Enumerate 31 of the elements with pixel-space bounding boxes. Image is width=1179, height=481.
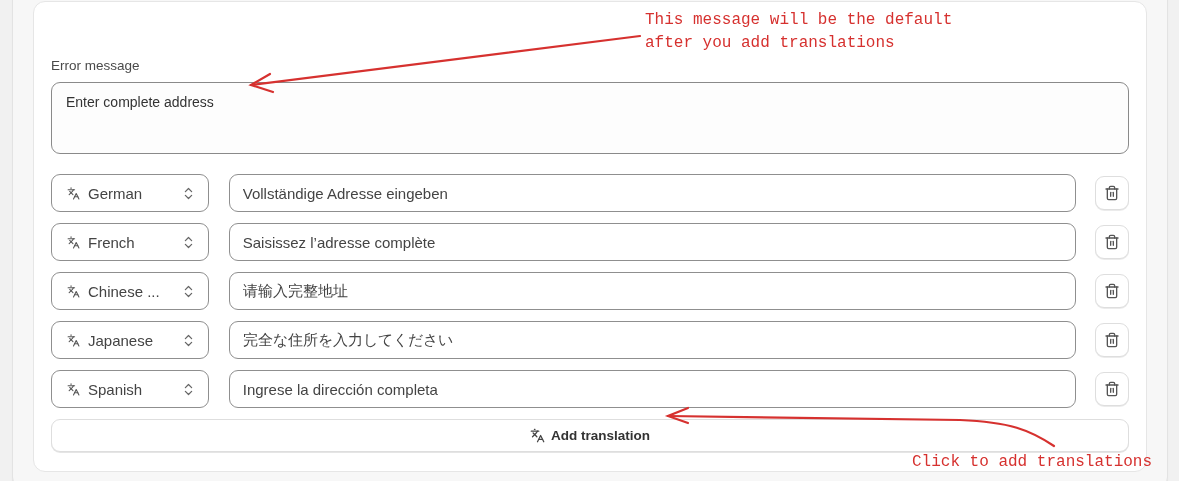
language-select[interactable]: German bbox=[51, 174, 209, 212]
trash-icon bbox=[1104, 185, 1121, 201]
error-message-field[interactable]: Enter complete address bbox=[51, 82, 1129, 154]
trash-icon bbox=[1104, 283, 1121, 299]
translation-field[interactable]: Ingrese la dirección completa bbox=[228, 370, 1077, 408]
delete-button[interactable] bbox=[1095, 323, 1129, 357]
delete-button[interactable] bbox=[1095, 225, 1129, 259]
translation-field[interactable]: 完全な住所を入力してください bbox=[228, 321, 1077, 359]
delete-button[interactable] bbox=[1095, 372, 1129, 406]
translate-icon bbox=[67, 284, 80, 298]
trash-icon bbox=[1104, 381, 1121, 397]
add-translation-button[interactable]: Add translation bbox=[51, 419, 1129, 452]
language-select[interactable]: Chinese ... bbox=[51, 272, 209, 310]
delete-button[interactable] bbox=[1095, 176, 1129, 210]
translation-field[interactable]: Vollständige Adresse eingeben bbox=[228, 174, 1077, 212]
delete-button[interactable] bbox=[1095, 274, 1129, 308]
translate-icon bbox=[67, 382, 80, 396]
language-select[interactable]: French bbox=[51, 223, 209, 261]
field-label: Error message bbox=[51, 58, 141, 74]
translate-icon bbox=[530, 428, 545, 443]
translate-icon bbox=[67, 186, 80, 200]
annotation-text: This message will be the default after you add translations bbox=[645, 10, 953, 54]
trash-icon bbox=[1104, 332, 1121, 348]
annotation-text: Click to add translations bbox=[912, 452, 1153, 473]
translate-icon bbox=[67, 333, 80, 347]
trash-icon bbox=[1104, 234, 1121, 250]
translate-icon bbox=[67, 235, 80, 249]
translation-field[interactable]: Saisissez l’adresse complète bbox=[228, 223, 1077, 261]
language-select[interactable]: Spanish bbox=[51, 370, 209, 408]
translation-field[interactable]: 请输入完整地址 bbox=[228, 272, 1077, 310]
language-select[interactable]: Japanese bbox=[51, 321, 209, 359]
